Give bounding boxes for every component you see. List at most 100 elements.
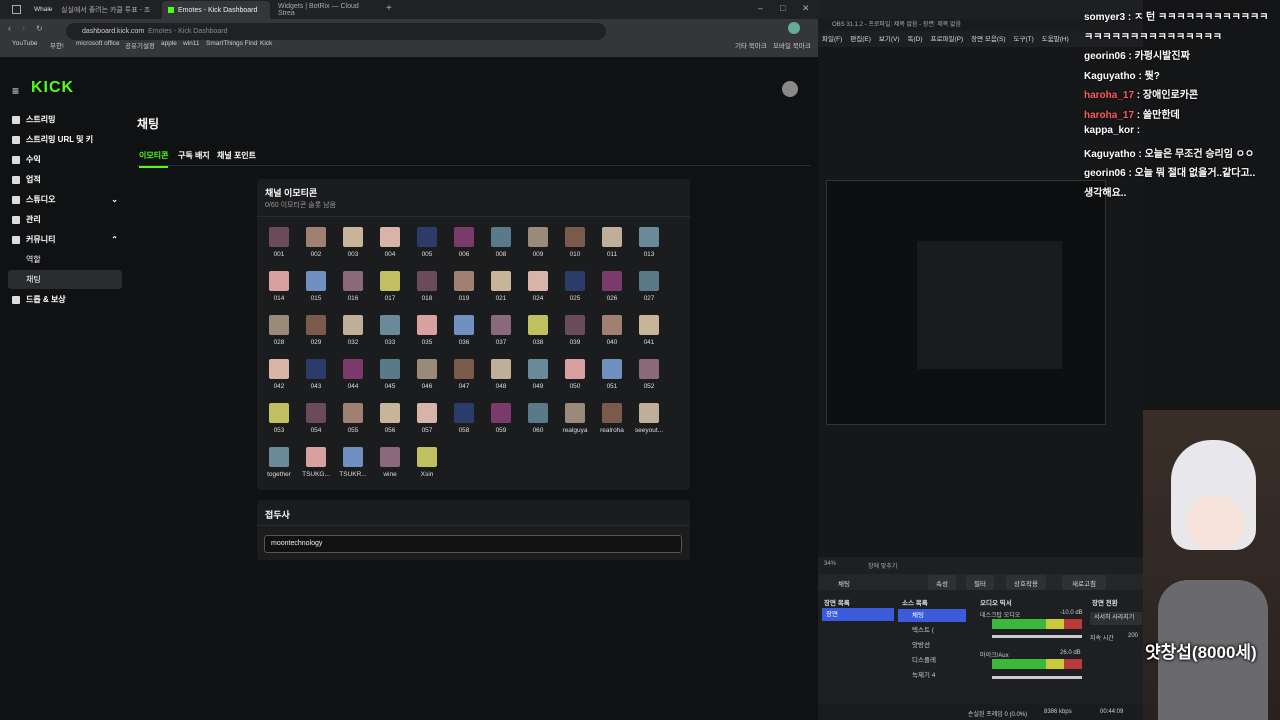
emote-item[interactable]: Xsin [407, 447, 447, 478]
volume-slider[interactable] [992, 676, 1082, 679]
emote-item[interactable]: 049 [518, 359, 558, 390]
profile-icon[interactable] [788, 22, 800, 34]
emote-item[interactable]: 027 [629, 271, 669, 302]
volume-slider[interactable] [992, 635, 1082, 638]
emote-item[interactable]: 037 [481, 315, 521, 346]
emote-item[interactable]: realroha [592, 403, 632, 434]
emote-item[interactable]: 009 [518, 227, 558, 258]
emote-item[interactable]: 001 [259, 227, 299, 258]
bookmark[interactable]: apple [161, 40, 177, 47]
emote-item[interactable]: 047 [444, 359, 484, 390]
forward-icon[interactable]: › [22, 23, 25, 33]
tab-1[interactable]: 실실에서 좋려는 카클 투표 - 조 [55, 1, 160, 19]
bookmark[interactable]: 공유기설정 [125, 40, 155, 50]
emote-item[interactable]: 059 [481, 403, 521, 434]
emote-item[interactable]: 054 [296, 403, 336, 434]
emote-item[interactable]: 013 [629, 227, 669, 258]
emote-item[interactable]: 021 [481, 271, 521, 302]
emote-item[interactable]: 006 [444, 227, 484, 258]
emote-item[interactable]: 010 [555, 227, 595, 258]
emote-item[interactable]: 052 [629, 359, 669, 390]
emote-item[interactable]: 025 [555, 271, 595, 302]
emote-item[interactable]: together [259, 447, 299, 478]
bookmark[interactable]: 기타 북마크 [735, 40, 767, 50]
kick-logo[interactable]: KICK [31, 79, 74, 97]
emote-item[interactable]: 005 [407, 227, 447, 258]
emote-item[interactable]: 014 [259, 271, 299, 302]
emote-item[interactable]: 038 [518, 315, 558, 346]
menu-item[interactable]: 프로파일(P) [931, 33, 964, 45]
emote-item[interactable]: 015 [296, 271, 336, 302]
emote-item[interactable]: 058 [444, 403, 484, 434]
sidebar-item-community[interactable]: 커뮤니티 ⌃ [8, 230, 122, 249]
emote-item[interactable]: 056 [370, 403, 410, 434]
bookmark[interactable]: 무한! [50, 40, 64, 50]
emote-item[interactable]: 039 [555, 315, 595, 346]
user-avatar[interactable] [782, 81, 798, 97]
filters-button[interactable]: 필터 [966, 575, 994, 590]
sidebar-item-studio[interactable]: 스튜디오 ⌄ [8, 190, 122, 209]
source-item[interactable]: 녹제기 4 [898, 669, 966, 682]
sidebar-item-achievements[interactable]: 업적 [8, 170, 122, 189]
tab-3[interactable]: Widgets | BotRix — Cloud Strea [272, 1, 382, 19]
emote-item[interactable]: 060 [518, 403, 558, 434]
url-field[interactable]: dashboard.kick.com Emotes - Kick Dashboa… [66, 23, 606, 40]
interact-button[interactable]: 상호작용 [1006, 575, 1046, 590]
minimize-button[interactable]: – [758, 3, 763, 13]
emote-item[interactable]: 016 [333, 271, 373, 302]
back-icon[interactable]: ‹ [8, 23, 11, 33]
emote-item[interactable]: 026 [592, 271, 632, 302]
sidebar-item-roles[interactable]: 역할 [8, 250, 122, 269]
sidebar-item-drops[interactable]: 드롭 & 보상 [8, 290, 122, 309]
emote-item[interactable]: 032 [333, 315, 373, 346]
emote-item[interactable]: 028 [259, 315, 299, 346]
emote-item[interactable]: realguya [555, 403, 595, 434]
menu-item[interactable]: 도구(T) [1014, 33, 1034, 45]
bookmark[interactable]: YouTube [12, 40, 38, 47]
emote-item[interactable]: 029 [296, 315, 336, 346]
new-tab-button[interactable]: + [386, 3, 392, 14]
source-item[interactable]: 앗방선 [898, 639, 966, 652]
emote-item[interactable]: 051 [592, 359, 632, 390]
bookmark[interactable]: Kick [260, 40, 272, 47]
reload-icon[interactable]: ↻ [36, 24, 43, 33]
zoom-mode[interactable]: 창에 맞추기 [868, 561, 897, 570]
menu-item[interactable]: 독(D) [908, 33, 923, 45]
emote-item[interactable]: 011 [592, 227, 632, 258]
emote-item[interactable]: 017 [370, 271, 410, 302]
sidebar-item-manage[interactable]: 관리 [8, 210, 122, 229]
emote-item[interactable]: 035 [407, 315, 447, 346]
sidebar-item-streaming[interactable]: 스트리밍 [8, 110, 122, 129]
duration-value[interactable]: 200 [1128, 633, 1138, 639]
emote-item[interactable]: 045 [370, 359, 410, 390]
zoom-level[interactable]: 34% [824, 561, 836, 567]
emote-item[interactable]: 018 [407, 271, 447, 302]
emote-item[interactable]: 002 [296, 227, 336, 258]
emote-item[interactable]: 042 [259, 359, 299, 390]
emote-item[interactable]: 008 [481, 227, 521, 258]
emote-item[interactable]: 050 [555, 359, 595, 390]
source-item[interactable]: 텍스트 ( [898, 624, 966, 637]
emote-item[interactable]: 053 [259, 403, 299, 434]
emote-item[interactable]: 043 [296, 359, 336, 390]
emote-item[interactable]: 033 [370, 315, 410, 346]
transition-select[interactable]: 서서히 사라지기 [1090, 612, 1142, 625]
emote-item[interactable]: 048 [481, 359, 521, 390]
source-item[interactable]: 디스플레 [898, 654, 966, 667]
menu-item[interactable]: 파일(F) [822, 33, 842, 45]
sidebar-item-revenue[interactable]: 수익 [8, 150, 122, 169]
menu-item[interactable]: 도움말(H) [1042, 33, 1069, 45]
emote-item[interactable]: TSUKG... [296, 447, 336, 478]
emote-item[interactable]: 055 [333, 403, 373, 434]
emote-item[interactable]: 004 [370, 227, 410, 258]
tab-channel-points[interactable]: 채널 포인트 [217, 150, 256, 161]
bookmark[interactable]: win11 [183, 40, 200, 47]
tab-2[interactable]: Emotes - Kick Dashboard [162, 1, 270, 19]
tab-emotes[interactable]: 이모티콘 [139, 150, 169, 168]
prefix-input[interactable]: moontechnology [264, 535, 682, 553]
menu-item[interactable]: 보기(V) [879, 33, 900, 45]
sidebar-item-stream-key[interactable]: 스트리밍 URL 및 키 [8, 130, 122, 149]
properties-button[interactable]: 속성 [928, 575, 956, 590]
source-item[interactable]: 채팅 [898, 609, 966, 622]
bookmark[interactable]: 모바일 북마크 [773, 40, 811, 50]
